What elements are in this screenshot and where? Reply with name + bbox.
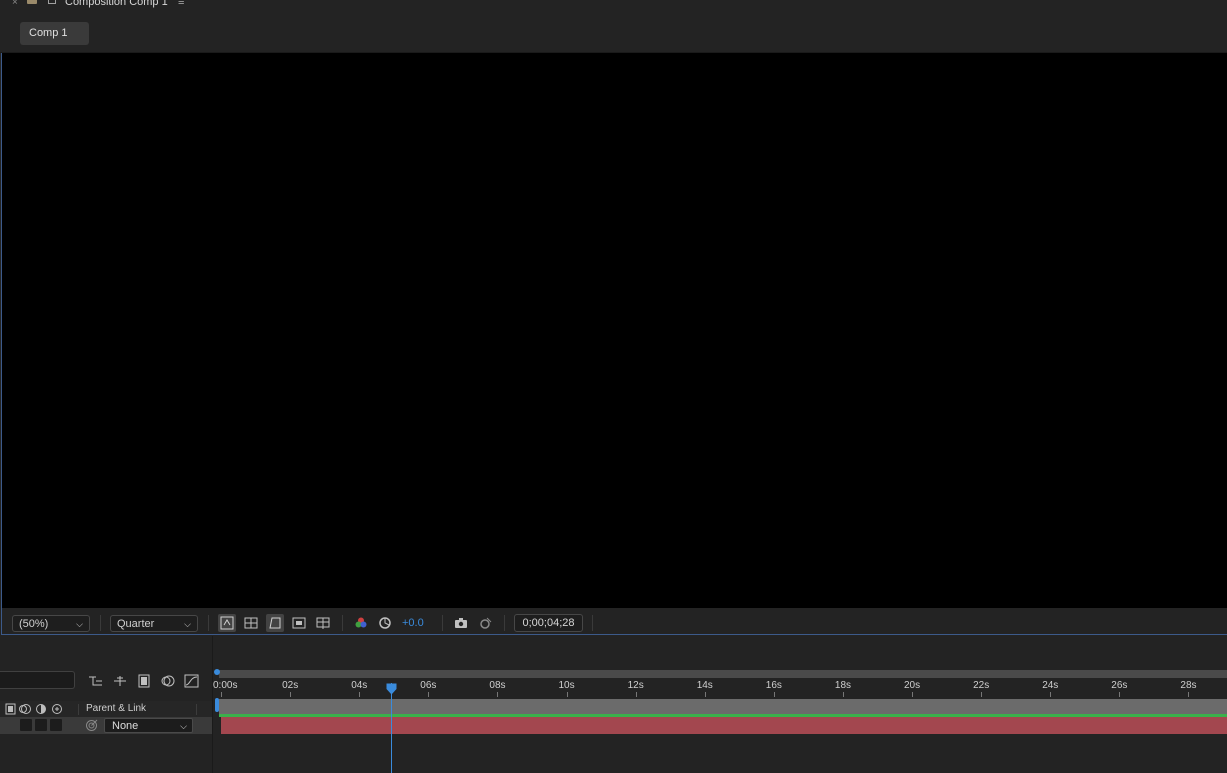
comp-flowchart-icon[interactable] xyxy=(88,673,104,689)
close-panel-icon[interactable]: × xyxy=(12,0,18,8)
ruler-tick xyxy=(1188,692,1190,697)
current-time-indicator[interactable] xyxy=(391,683,393,773)
time-navigator[interactable] xyxy=(219,670,1227,678)
ruler-tick xyxy=(1050,692,1052,697)
motion-blur-icon[interactable] xyxy=(160,673,176,689)
switch-column-icons xyxy=(5,703,62,715)
region-of-interest-icon[interactable] xyxy=(290,614,308,632)
divider xyxy=(208,615,209,631)
ruler-tick-label: 02s xyxy=(282,680,299,691)
current-time-display[interactable]: 0;00;04;28 xyxy=(514,614,583,632)
viewer-toolbar: (50%) ⌵ Quarter ⌵ +0.0 0;00;04;28 xyxy=(1,608,1227,635)
shy-layers-icon[interactable] xyxy=(112,673,128,689)
reset-exposure-icon[interactable] xyxy=(376,614,394,632)
layer-duration-bar[interactable] xyxy=(221,717,1227,734)
magnification-dropdown[interactable]: (50%) ⌵ xyxy=(12,615,90,632)
composition-viewer[interactable] xyxy=(1,53,1227,608)
resolution-dropdown[interactable]: Quarter ⌵ xyxy=(110,615,198,632)
ruler-tick xyxy=(428,692,430,697)
parent-link-header[interactable]: Parent & Link xyxy=(86,703,146,714)
tab-comp-1[interactable]: Comp 1 xyxy=(20,22,89,45)
divider xyxy=(342,615,343,631)
work-area-start-handle[interactable] xyxy=(215,698,219,712)
color-channels-icon[interactable] xyxy=(352,614,370,632)
layer-switch[interactable] xyxy=(20,719,32,731)
resolution-value: Quarter xyxy=(117,618,155,630)
chevron-down-icon: ⌵ xyxy=(184,619,191,629)
ruler-tick-label: 10s xyxy=(558,680,575,691)
ruler-tick xyxy=(290,692,292,697)
divider xyxy=(504,615,505,631)
panel-divider[interactable] xyxy=(212,636,213,773)
divider xyxy=(100,615,101,631)
ruler-tick xyxy=(1119,692,1121,697)
divider xyxy=(592,615,593,631)
mask-visibility-icon[interactable] xyxy=(266,614,284,632)
composition-icon xyxy=(48,0,56,4)
ruler-tick-label: 22s xyxy=(973,680,990,691)
graph-editor-icon[interactable] xyxy=(184,673,200,689)
lock-icon[interactable] xyxy=(27,0,37,4)
ruler-tick xyxy=(912,692,913,697)
parent-dropdown[interactable]: None ⌵ xyxy=(104,718,193,733)
camera-snapshot-icon[interactable] xyxy=(452,614,470,632)
layer-switch[interactable] xyxy=(35,719,47,731)
exposure-value[interactable]: +0.0 xyxy=(402,617,424,629)
ruler-tick-label: 28s xyxy=(1180,680,1197,691)
parent-value: None xyxy=(112,720,139,732)
panel-header: × Composition Comp 1 ≡ xyxy=(0,0,1227,14)
composition-tab-bar: Comp 1 xyxy=(0,14,1227,53)
ruler-tick xyxy=(704,692,706,697)
ruler-tick-label: 12s xyxy=(627,680,644,691)
playhead-icon[interactable] xyxy=(386,683,397,695)
panel-menu-icon[interactable]: ≡ xyxy=(178,0,184,8)
ruler-tick xyxy=(773,692,775,697)
ruler-tick-label: 26s xyxy=(1111,680,1128,691)
ruler-tick xyxy=(359,692,361,697)
ruler-tick-label: 16s xyxy=(765,680,782,691)
divider xyxy=(196,704,197,715)
ruler-tick xyxy=(566,692,568,697)
divider xyxy=(78,704,79,715)
ruler-tick-label: 20s xyxy=(904,680,921,691)
ruler-tick xyxy=(981,692,983,697)
ruler-tick xyxy=(842,692,844,697)
navigator-start-handle[interactable] xyxy=(214,669,220,675)
layer-search-input[interactable] xyxy=(0,671,75,689)
ruler-tick-label: 14s xyxy=(696,680,713,691)
pick-whip-icon[interactable] xyxy=(85,719,98,732)
guides-icon[interactable] xyxy=(314,614,332,632)
ruler-tick-label: 0:00s xyxy=(213,680,238,691)
chevron-down-icon: ⌵ xyxy=(180,721,187,731)
layer-switch[interactable] xyxy=(50,719,62,731)
panel-title: Composition Comp 1 xyxy=(65,0,168,8)
ruler-tick-label: 06s xyxy=(420,680,437,691)
frame-blending-icon[interactable] xyxy=(136,673,152,689)
ruler-tick-label: 04s xyxy=(351,680,368,691)
ruler-tick xyxy=(497,692,499,697)
ruler-tick-label: 24s xyxy=(1042,680,1059,691)
ruler-tick-label: 08s xyxy=(489,680,506,691)
snapshot-toggle-icon[interactable] xyxy=(218,614,236,632)
ruler-tick xyxy=(221,692,222,697)
divider xyxy=(442,615,443,631)
show-snapshot-icon[interactable] xyxy=(476,614,494,632)
ruler-tick xyxy=(635,692,637,697)
transparency-grid-icon[interactable] xyxy=(242,614,260,632)
work-area-bar[interactable] xyxy=(219,699,1227,714)
magnification-value: (50%) xyxy=(19,618,49,630)
chevron-down-icon: ⌵ xyxy=(76,619,83,629)
ruler-tick-label: 18s xyxy=(834,680,852,691)
